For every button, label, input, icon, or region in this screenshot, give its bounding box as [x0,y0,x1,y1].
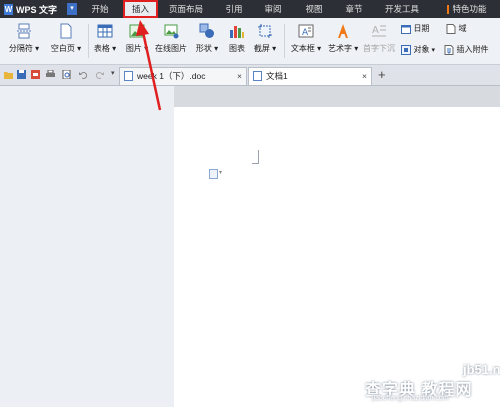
screenshot-button[interactable]: 截屏 ▾ [250,23,280,54]
watermark-url: jiaocheng.chazidian.com [372,395,449,402]
print-preview-icon[interactable] [62,70,71,79]
tab-home[interactable]: 开始 [84,0,116,18]
tab-special-features[interactable]: 特色功能 [437,0,497,18]
picture-icon [129,24,145,38]
close-tab-button[interactable]: × [362,68,367,84]
textbox-icon: A [298,24,314,38]
blank-page-label: 空白页 [50,44,75,53]
ribbon-separator [88,24,89,58]
field-icon [446,23,456,34]
page-margin-corner-mark [252,150,259,164]
shapes-label: 形状 [195,44,212,53]
drop-cap-label: 首字下沉 [363,44,395,53]
table-icon [97,24,113,38]
shapes-button[interactable]: 形状 ▾ [192,23,222,54]
new-tab-button[interactable]: + [378,67,386,83]
doc-file-icon [253,71,262,81]
insert-attachment-button[interactable]: 插入附件 [444,44,500,55]
chart-icon [230,26,244,38]
object-icon [401,44,411,55]
field-button[interactable]: 域 [446,23,470,34]
drop-cap-icon: A [372,25,386,37]
table-button[interactable]: 表格 ▾ [90,23,120,54]
insert-attachment-label: 插入附件 [456,45,489,54]
undo-icon[interactable] [79,70,88,79]
online-picture-label: 在线图片 [155,44,187,53]
online-picture-icon [164,24,179,39]
picture-label: 图片 [125,44,142,53]
tab-section[interactable]: 章节 [339,0,369,18]
left-navigation-pane [0,86,174,407]
insert-ribbon: 分隔符 ▾ 空白页 ▾ 表格 ▾ 图片 ▾ 在线图片 形状 ▾ 图表 截屏 ▾ … [0,18,500,65]
document-tab-week1[interactable]: week 1（下）.doc × [119,67,247,85]
online-picture-button[interactable]: 在线图片 [152,23,190,54]
document-tab-title: week 1（下）.doc [137,71,206,81]
date-button[interactable]: 日期 [401,23,435,34]
wordart-button[interactable]: 艺术字 ▾ [328,23,358,54]
chart-label: 图表 [229,44,245,53]
print-icon[interactable] [46,70,55,79]
textbox-label: 文本框 [290,44,315,53]
close-tab-button[interactable]: × [237,68,242,84]
app-dropdown-icon[interactable]: ▾ [67,3,77,15]
save-icon[interactable] [17,70,26,79]
watermark-site: jb51.net [463,362,500,377]
ribbon-separator [284,24,285,58]
drop-cap-button[interactable]: A 首字下沉 [360,23,398,54]
textbox-button[interactable]: A 文本框 ▾ [286,23,326,54]
calendar-icon [401,24,411,34]
blank-page-button[interactable]: 空白页 ▾ [46,23,86,54]
document-tab-doc1[interactable]: 文档1 × [248,67,372,85]
table-label: 表格 [93,44,110,53]
screenshot-label: 截屏 [253,44,270,53]
special-marker-icon [447,4,450,14]
attachment-icon [444,44,454,55]
blank-page-icon [60,23,72,39]
paste-options-dropdown-icon[interactable]: ▾ [219,169,222,176]
wordart-label: 艺术字 [328,44,352,53]
tab-view[interactable]: 视图 [299,0,329,18]
shapes-icon [199,23,214,38]
document-tab-title: 文档1 [266,71,288,81]
insert-tab-highlight [123,0,158,18]
quick-access-dropdown-icon[interactable]: ▾ [111,69,115,77]
page-break-button[interactable]: 分隔符 ▾ [4,23,44,54]
open-folder-icon[interactable] [4,70,13,79]
app-menu-button[interactable]: W WPS 文字 [4,2,57,16]
document-tab-bar: ▾ week 1（下）.doc × 文档1 × + [0,65,500,86]
tab-developer-tools[interactable]: 开发工具 [377,0,427,18]
wps-logo-icon: W [4,3,13,15]
tab-review[interactable]: 审阅 [258,0,288,18]
svg-text:A: A [372,25,379,36]
picture-button[interactable]: 图片 ▾ [122,23,152,54]
redo-icon[interactable] [95,70,104,79]
export-pdf-icon[interactable] [31,70,40,79]
object-button[interactable]: 对象 ▾ [401,44,443,55]
page-break-label: 分隔符 [8,44,33,53]
menu-bar: W WPS 文字 ▾ 开始 插入 页面布局 引用 审阅 视图 章节 开发工具 特… [0,0,500,18]
tab-special-label: 特色功能 [452,4,487,14]
wordart-icon [338,24,348,38]
svg-text:A: A [302,28,309,38]
doc-file-icon [124,71,133,81]
screenshot-icon [258,24,272,38]
date-label: 日期 [413,24,430,33]
document-page[interactable] [174,107,500,407]
chart-button[interactable]: 图表 [224,23,250,54]
tab-page-layout[interactable]: 页面布局 [163,0,209,18]
paste-options-icon[interactable] [209,169,218,179]
field-label: 域 [458,24,467,33]
app-name: WPS 文字 [16,4,58,15]
tab-references[interactable]: 引用 [219,0,249,18]
object-label: 对象 [413,45,430,54]
page-break-icon [17,23,31,39]
